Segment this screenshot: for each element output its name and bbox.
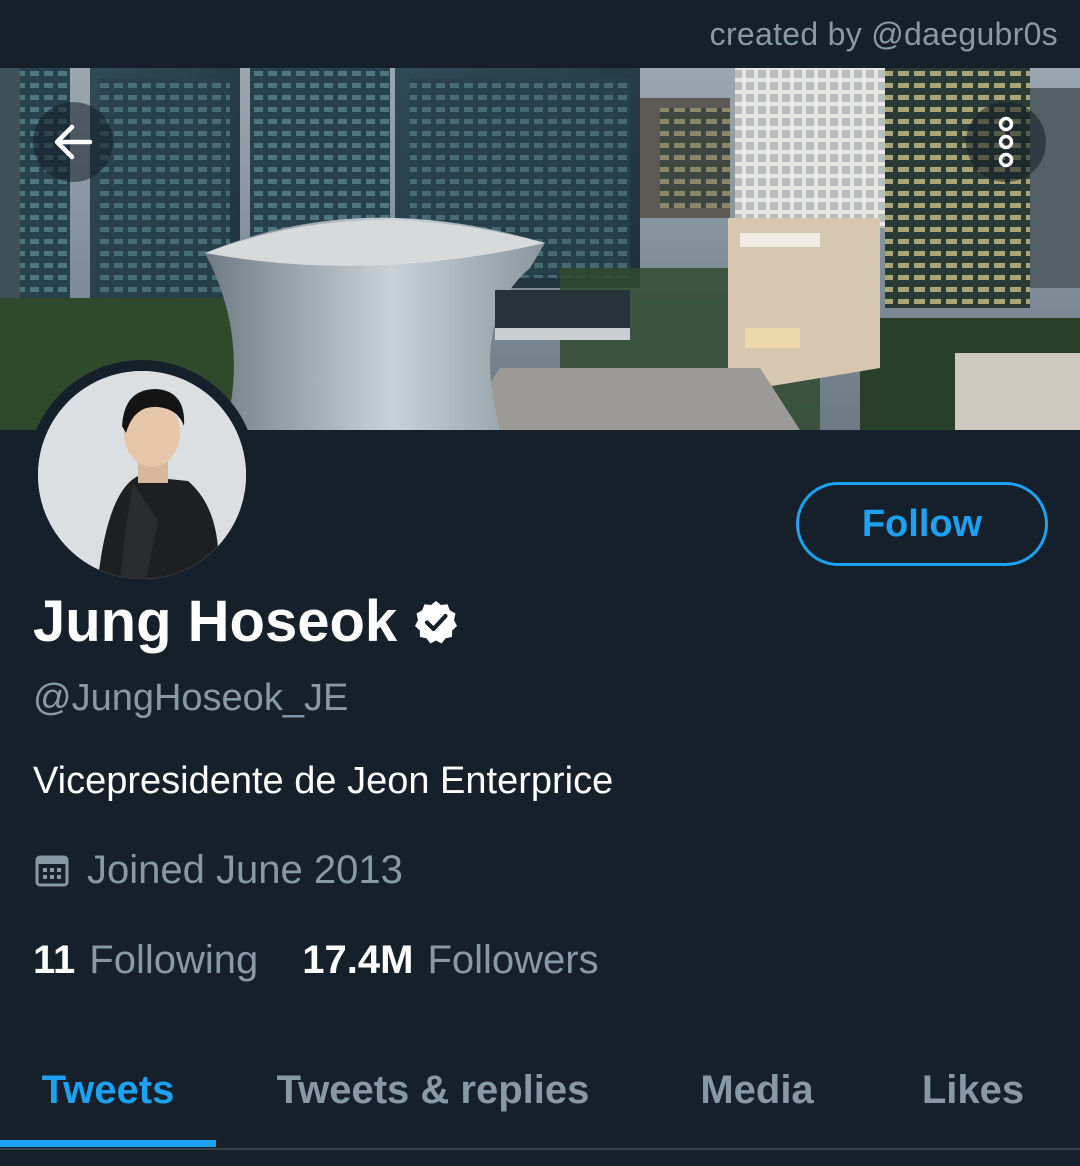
tab-likes[interactable]: Likes xyxy=(880,1040,1066,1140)
creator-credit: created by @daegubr0s xyxy=(709,16,1058,52)
following-label: Following xyxy=(89,938,259,982)
followers-label: Followers xyxy=(427,938,599,982)
joined-date-row: Joined June 2013 xyxy=(35,848,403,893)
top-bar: created by @daegubr0s xyxy=(0,0,1080,68)
more-vertical-icon xyxy=(998,116,1014,168)
avatar xyxy=(38,371,246,579)
follow-stats: 11 Following 17.4M Followers xyxy=(33,938,599,983)
followers-stat[interactable]: 17.4M Followers xyxy=(302,938,598,983)
more-options-button[interactable] xyxy=(966,102,1046,182)
avatar-frame[interactable] xyxy=(27,360,257,590)
arrow-left-icon xyxy=(54,124,93,160)
joined-date: Joined June 2013 xyxy=(87,848,403,892)
display-name: Jung Hoseok xyxy=(33,589,398,654)
following-stat[interactable]: 11 Following xyxy=(33,938,258,983)
tab-tweets-and-replies[interactable]: Tweets & replies xyxy=(252,1040,614,1140)
tab-media[interactable]: Media xyxy=(672,1040,842,1140)
following-count: 11 xyxy=(33,938,76,982)
calendar-icon xyxy=(35,855,69,886)
tab-tweets[interactable]: Tweets xyxy=(0,1040,216,1140)
profile-handle: @JungHoseok_JE xyxy=(33,677,349,719)
back-button[interactable] xyxy=(33,102,113,182)
display-name-row: Jung Hoseok xyxy=(33,588,459,655)
follow-button[interactable]: Follow xyxy=(796,482,1048,566)
verified-badge-icon xyxy=(415,600,458,643)
tabs-divider xyxy=(0,1148,1080,1150)
followers-count: 17.4M xyxy=(302,938,414,982)
avatar-image xyxy=(38,371,246,579)
active-tab-indicator xyxy=(0,1140,216,1147)
profile-bio: Vicepresidente de Jeon Enterprice xyxy=(33,760,614,802)
profile-page: created by @daegubr0s Follow Jung Hoseok… xyxy=(0,0,1080,1166)
profile-tabs: Tweets Tweets & replies Media Likes xyxy=(0,1040,1080,1152)
